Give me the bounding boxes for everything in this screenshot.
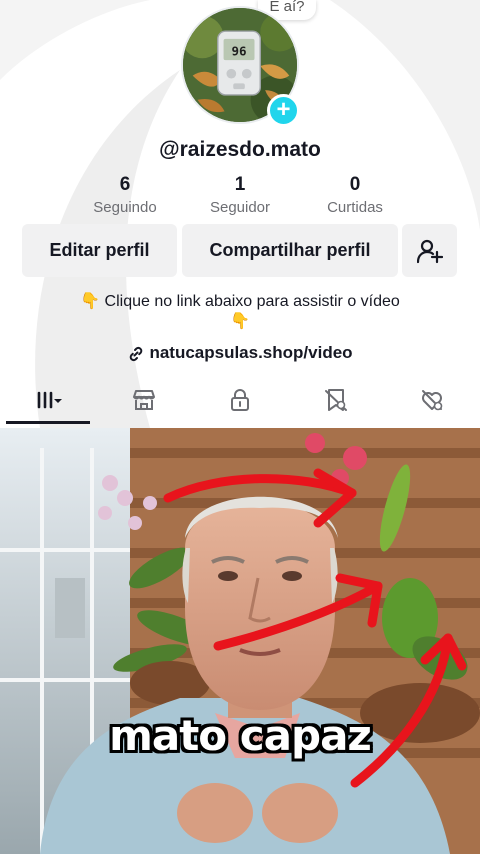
bio-line: 👇	[230, 313, 250, 330]
stat-label: Seguidor	[209, 199, 271, 216]
video-thumbnail[interactable]: mato capaz	[0, 428, 480, 854]
red-arrow-head	[313, 468, 357, 528]
profile-link[interactable]: natucapsulas.shop/video	[0, 343, 480, 363]
stat-likes[interactable]: 0 Curtidas	[300, 173, 410, 223]
videos-grid-icon	[37, 391, 62, 409]
bio-line: 👇 Clique no link abaixo para assistir o …	[80, 293, 400, 310]
video-caption: mato capaz	[109, 711, 372, 760]
lock-icon	[231, 389, 249, 411]
tab-videos[interactable]	[6, 380, 90, 424]
stat-value: 1	[234, 174, 246, 195]
liked-icon	[422, 390, 443, 411]
stat-followers[interactable]: 1 Seguidor	[185, 173, 295, 223]
profile-tabs	[0, 377, 480, 424]
profile-header: E aí? 96 + @raizesdo.mato 6 Seguindo 1 S…	[0, 0, 480, 428]
tab-liked[interactable]	[402, 380, 462, 420]
share-profile-button[interactable]: Compartilhar perfil	[182, 224, 398, 277]
stat-value: 0	[349, 174, 361, 195]
add-friend-button[interactable]	[402, 224, 457, 277]
username: @raizesdo.mato	[159, 138, 321, 161]
profile-stats: 6 Seguindo 1 Seguidor 0 Curtidas	[70, 173, 410, 223]
red-arrow	[213, 581, 383, 651]
tab-private[interactable]	[210, 380, 270, 420]
add-person-icon	[416, 239, 443, 263]
stat-label: Curtidas	[327, 199, 383, 216]
svg-text:96: 96	[231, 43, 246, 58]
link-text: natucapsulas.shop/video	[149, 343, 353, 362]
tab-shop[interactable]	[114, 380, 174, 420]
shop-icon	[133, 390, 155, 410]
stat-value: 6	[119, 174, 131, 195]
stat-label: Seguindo	[93, 199, 157, 216]
edit-profile-button[interactable]: Editar perfil	[22, 224, 177, 277]
link-icon	[130, 346, 143, 361]
add-avatar-button[interactable]: +	[267, 94, 300, 127]
saved-icon	[325, 389, 347, 411]
stat-following[interactable]: 6 Seguindo	[70, 173, 180, 223]
bio: 👇 Clique no link abaixo para assistir o …	[20, 292, 460, 332]
tab-saved[interactable]	[306, 380, 366, 420]
red-arrows-overlay	[163, 468, 467, 788]
